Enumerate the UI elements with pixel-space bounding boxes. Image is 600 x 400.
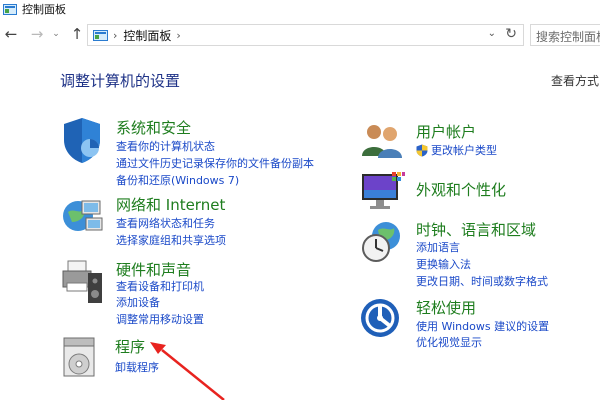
breadcrumb-control-panel[interactable]: 控制面板 bbox=[123, 27, 171, 44]
link-devices-printers[interactable]: 查看设备和打印机 bbox=[116, 278, 204, 294]
back-arrow-icon[interactable]: ← bbox=[2, 24, 20, 44]
category-title[interactable]: 用户帐户 bbox=[416, 121, 476, 142]
link-windows-recommended-settings[interactable]: 使用 Windows 建议的设置 bbox=[416, 318, 549, 334]
address-dropdown-icon[interactable]: ⌄ bbox=[488, 28, 496, 39]
clock-globe-icon[interactable] bbox=[360, 218, 404, 264]
page-heading: 调整计算机的设置 bbox=[60, 72, 181, 90]
link-add-device[interactable]: 添加设备 bbox=[116, 294, 160, 310]
forward-arrow-icon[interactable]: → bbox=[28, 24, 46, 44]
category-title[interactable]: 程序 bbox=[115, 336, 145, 357]
link-homegroup-sharing[interactable]: 选择家庭组和共享选项 bbox=[116, 232, 226, 248]
navigation-bar: ← → ⌄ ↑ › 控制面板 › ⌄ ↻ 搜索控制面板 bbox=[0, 20, 600, 50]
category-title[interactable]: 轻松使用 bbox=[416, 297, 476, 318]
category-title[interactable]: 时钟、语言和区域 bbox=[416, 219, 536, 240]
link-optimize-visual-display[interactable]: 优化视觉显示 bbox=[416, 334, 482, 350]
link-change-account-type[interactable]: 更改帐户类型 bbox=[431, 142, 497, 158]
link-change-account-type-row[interactable]: 更改帐户类型 bbox=[416, 142, 497, 158]
link-change-input-method[interactable]: 更换输入法 bbox=[416, 256, 471, 272]
link-backup-restore[interactable]: 备份和还原(Windows 7) bbox=[116, 172, 239, 188]
link-mobility-settings[interactable]: 调整常用移动设置 bbox=[116, 311, 204, 327]
category-title[interactable]: 系统和安全 bbox=[116, 117, 191, 138]
control-panel-icon bbox=[93, 29, 108, 41]
up-arrow-icon[interactable]: ↑ bbox=[68, 24, 86, 44]
link-change-date-time-format[interactable]: 更改日期、时间或数字格式 bbox=[416, 273, 548, 289]
printer-speaker-icon[interactable] bbox=[60, 257, 106, 307]
network-globe-icon[interactable] bbox=[60, 192, 104, 238]
window-title: 控制面板 bbox=[22, 3, 66, 16]
breadcrumb-separator-icon[interactable]: › bbox=[113, 29, 117, 42]
programs-disc-icon[interactable] bbox=[60, 334, 104, 382]
category-title[interactable]: 网络和 Internet bbox=[116, 194, 225, 215]
link-view-computer-status[interactable]: 查看你的计算机状态 bbox=[116, 138, 215, 154]
breadcrumb-separator-icon[interactable]: › bbox=[176, 29, 180, 42]
link-add-language[interactable]: 添加语言 bbox=[416, 239, 460, 255]
refresh-icon[interactable]: ↻ bbox=[505, 26, 517, 42]
title-bar: 控制面板 bbox=[0, 0, 600, 18]
search-input[interactable]: 搜索控制面板 bbox=[530, 24, 600, 46]
appearance-monitor-icon[interactable] bbox=[360, 170, 406, 216]
address-bar[interactable]: › 控制面板 › ⌄ ↻ bbox=[87, 24, 524, 46]
view-by-label[interactable]: 查看方式 bbox=[551, 72, 599, 89]
category-title[interactable]: 外观和个性化 bbox=[416, 179, 506, 200]
control-panel-icon bbox=[3, 3, 17, 15]
ease-of-access-icon[interactable] bbox=[360, 296, 404, 340]
recent-locations-chevron-icon[interactable]: ⌄ bbox=[50, 24, 62, 44]
category-title[interactable]: 硬件和声音 bbox=[116, 259, 191, 280]
link-uninstall-program[interactable]: 卸载程序 bbox=[115, 359, 159, 375]
link-file-history-backup[interactable]: 通过文件历史记录保存你的文件备份副本 bbox=[116, 155, 314, 171]
link-network-status[interactable]: 查看网络状态和任务 bbox=[116, 215, 215, 231]
user-accounts-icon[interactable] bbox=[360, 120, 404, 160]
uac-shield-icon bbox=[416, 144, 428, 156]
security-shield-icon[interactable] bbox=[60, 115, 104, 165]
